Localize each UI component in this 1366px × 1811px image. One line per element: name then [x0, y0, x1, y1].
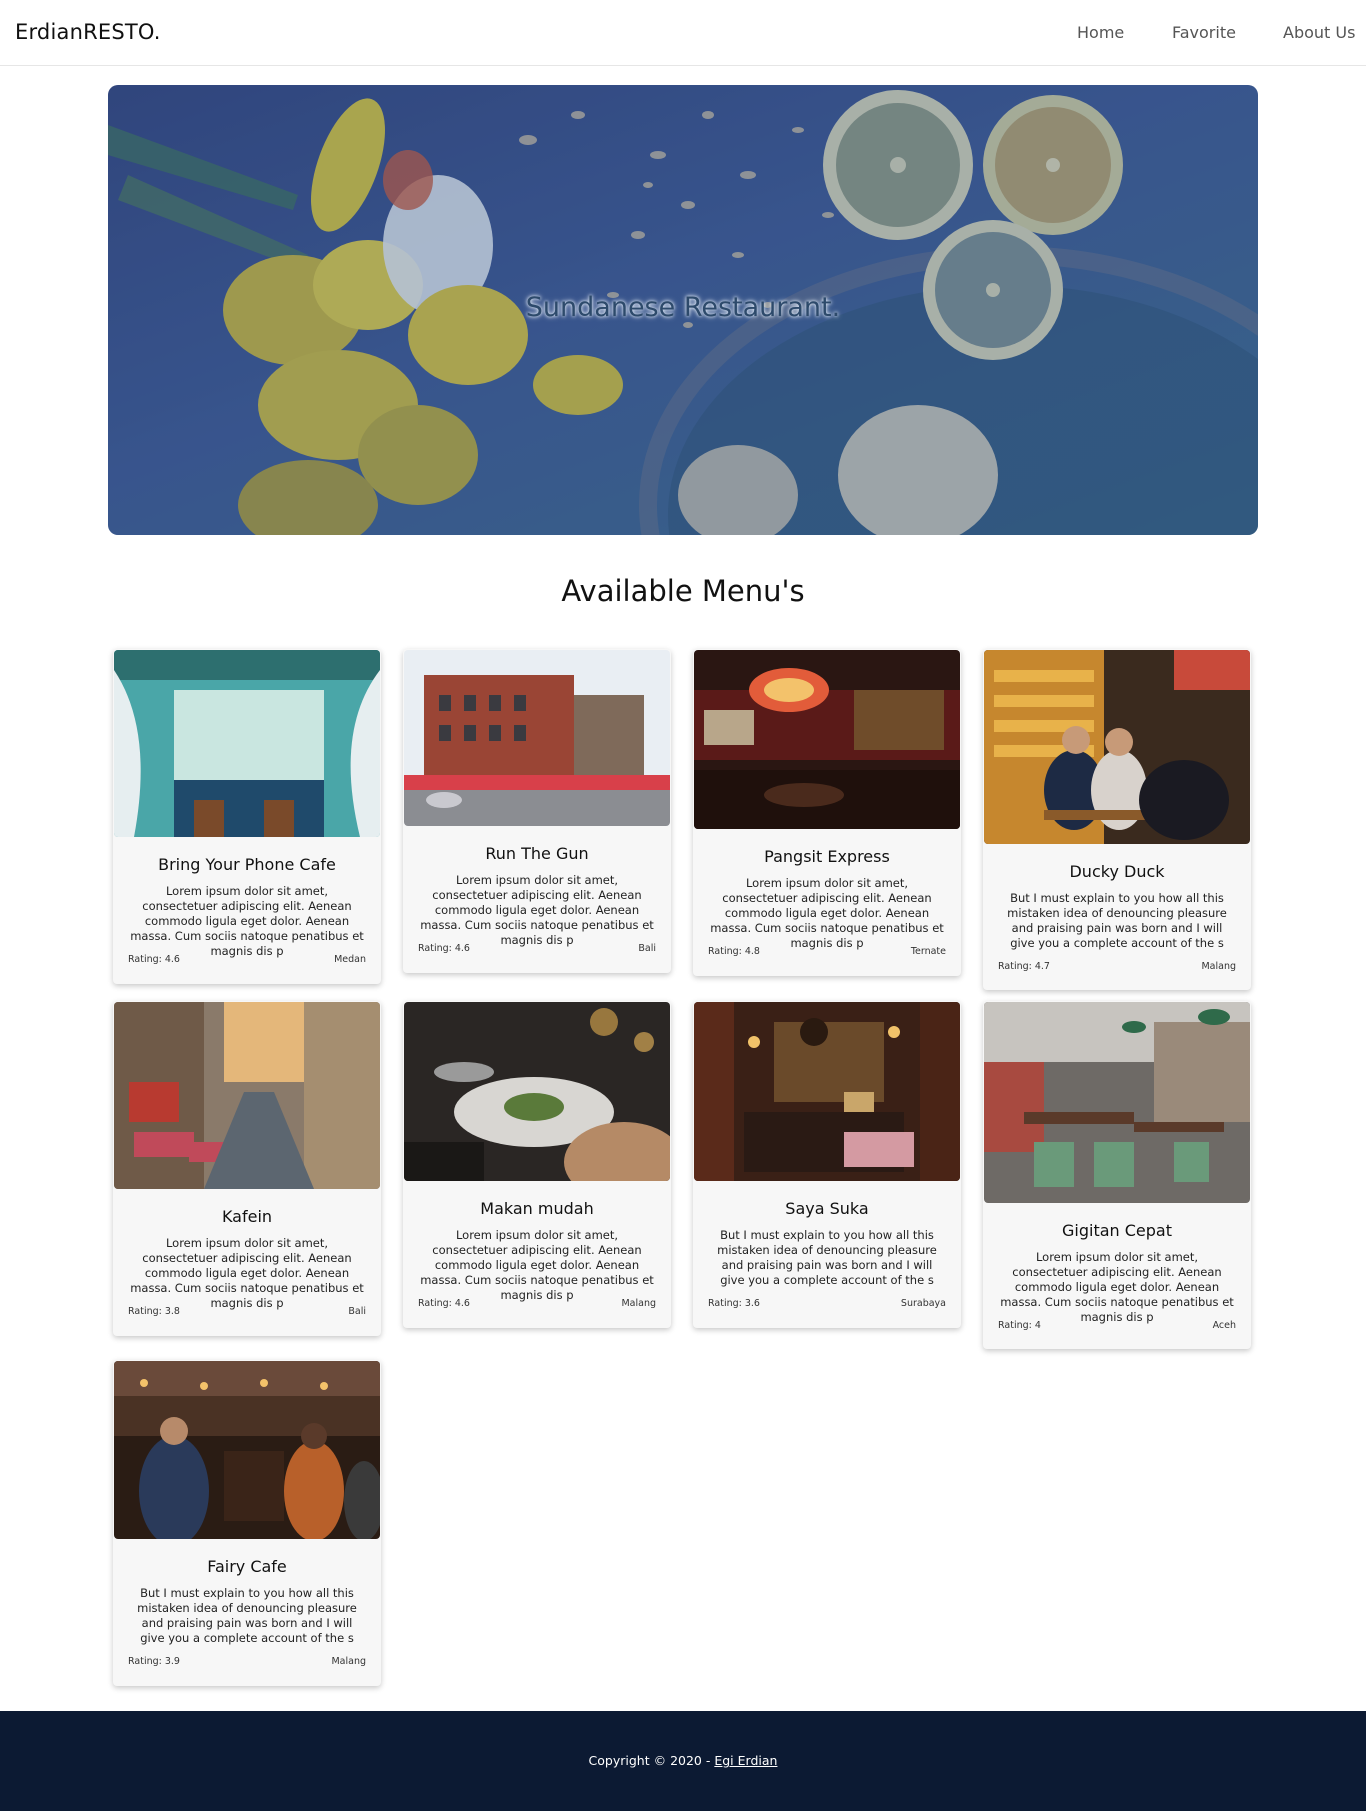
restaurant-description: Lorem ipsum dolor sit amet, consectetuer…: [1000, 1250, 1234, 1324]
restaurant-rating: Rating: 4.6: [418, 1298, 470, 1309]
restaurant-image: [404, 650, 670, 826]
restaurant-rating: Rating: 4.8: [708, 946, 760, 957]
restaurant-card[interactable]: Ducky Duck But I must explain to you how…: [983, 649, 1251, 990]
hero-title: Sundanese Restaurant.: [525, 292, 841, 323]
author-link[interactable]: Egi Erdian: [714, 1753, 777, 1768]
restaurant-card[interactable]: Pangsit Express Lorem ipsum dolor sit am…: [693, 649, 961, 976]
nav-link-about-us[interactable]: About Us: [1283, 23, 1355, 42]
restaurant-description: But I must explain to you how all this m…: [1007, 891, 1227, 950]
restaurant-description: But I must explain to you how all this m…: [717, 1228, 937, 1287]
restaurant-rating: Rating: 4.7: [998, 961, 1050, 972]
restaurant-name: Saya Suka: [785, 1199, 869, 1218]
restaurant-card[interactable]: Bring Your Phone Cafe Lorem ipsum dolor …: [113, 649, 381, 984]
section-title: Available Menu's: [561, 574, 805, 608]
restaurant-card[interactable]: Run The Gun Lorem ipsum dolor sit amet, …: [403, 649, 671, 973]
restaurant-description: Lorem ipsum dolor sit amet, consectetuer…: [710, 876, 944, 950]
restaurant-city: Malang: [1201, 961, 1236, 972]
restaurant-card[interactable]: Saya Suka But I must explain to you how …: [693, 1001, 961, 1328]
restaurant-city: Malang: [621, 1298, 656, 1309]
restaurant-name: Ducky Duck: [1069, 862, 1165, 881]
restaurant-image: [114, 1002, 380, 1189]
restaurant-image: [984, 650, 1250, 844]
restaurant-image: [694, 1002, 960, 1181]
restaurant-city: Bali: [348, 1306, 366, 1317]
restaurant-image: [114, 650, 380, 837]
restaurant-rating: Rating: 4.6: [128, 954, 180, 965]
restaurant-city: Medan: [334, 954, 366, 965]
footer: Copyright © 2020 - Egi Erdian: [0, 1711, 1366, 1811]
restaurant-rating: Rating: 3.8: [128, 1306, 180, 1317]
restaurant-description: Lorem ipsum dolor sit amet, consectetuer…: [420, 1228, 654, 1302]
restaurant-description: Lorem ipsum dolor sit amet, consectetuer…: [130, 884, 364, 958]
restaurant-name: Bring Your Phone Cafe: [158, 855, 336, 874]
restaurant-card[interactable]: Fairy Cafe But I must explain to you how…: [113, 1360, 381, 1686]
restaurant-rating: Rating: 4.6: [418, 943, 470, 954]
restaurant-name: Run The Gun: [485, 844, 589, 863]
restaurant-city: Ternate: [910, 946, 946, 957]
restaurant-description: But I must explain to you how all this m…: [137, 1586, 357, 1645]
restaurant-name: Kafein: [221, 1207, 273, 1226]
restaurant-city: Aceh: [1212, 1320, 1236, 1331]
restaurant-card[interactable]: Gigitan Cepat Lorem ipsum dolor sit amet…: [983, 1001, 1251, 1349]
navbar: ErdianRESTO. Home Favorite About Us: [0, 0, 1366, 66]
restaurant-description: Lorem ipsum dolor sit amet, consectetuer…: [130, 1236, 364, 1310]
restaurant-city: Malang: [331, 1656, 366, 1667]
restaurant-description: Lorem ipsum dolor sit amet, consectetuer…: [420, 873, 654, 947]
footer-copyright: Copyright © 2020 - Egi Erdian: [0, 1753, 1366, 1768]
restaurant-name: Fairy Cafe: [207, 1557, 287, 1576]
restaurant-image: [404, 1002, 670, 1181]
restaurant-name: Gigitan Cepat: [1062, 1221, 1172, 1240]
nav-link-home[interactable]: Home: [1077, 23, 1124, 42]
restaurant-card[interactable]: Makan mudah Lorem ipsum dolor sit amet, …: [403, 1001, 671, 1328]
restaurant-city: Bali: [638, 943, 656, 954]
restaurant-rating: Rating: 4: [998, 1320, 1041, 1331]
restaurant-city: Surabaya: [900, 1298, 946, 1309]
restaurant-name: Pangsit Express: [764, 847, 890, 866]
restaurant-image: [694, 650, 960, 829]
restaurant-card[interactable]: Kafein Lorem ipsum dolor sit amet, conse…: [113, 1001, 381, 1336]
hero-banner: Sundanese Restaurant.: [108, 85, 1258, 535]
copyright-text: Copyright © 2020 -: [588, 1753, 715, 1768]
restaurant-rating: Rating: 3.6: [708, 1298, 760, 1309]
nav-link-favorite[interactable]: Favorite: [1172, 23, 1236, 42]
restaurant-image: [984, 1002, 1250, 1203]
brand-logo[interactable]: ErdianRESTO.: [15, 20, 161, 44]
restaurant-name: Makan mudah: [480, 1199, 594, 1218]
restaurant-image: [114, 1361, 380, 1539]
restaurant-rating: Rating: 3.9: [128, 1656, 180, 1667]
